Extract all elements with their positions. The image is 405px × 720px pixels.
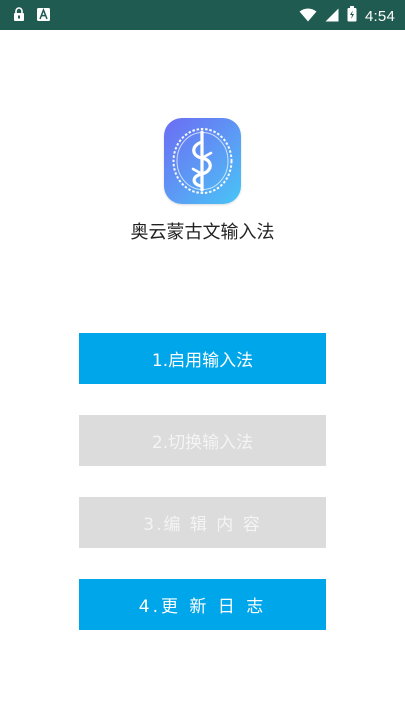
signal-icon	[325, 7, 339, 26]
status-bar: 4:54	[0, 0, 405, 30]
status-bar-right: 4:54	[299, 6, 395, 26]
app-name: 奥云蒙古文输入法	[130, 222, 275, 243]
enable-input-method-button[interactable]: 1.启用输入法	[79, 333, 326, 384]
changelog-button[interactable]: 4.更 新 日 志	[79, 579, 326, 630]
lock-icon	[12, 7, 26, 21]
font-a-icon	[36, 7, 50, 21]
status-time: 4:54	[365, 7, 395, 25]
app-logo-icon	[164, 118, 241, 204]
wifi-icon	[299, 7, 317, 26]
switch-input-method-button[interactable]: 2.切换输入法	[79, 415, 326, 466]
edit-content-button[interactable]: 3.编 辑 内 容	[79, 497, 326, 548]
battery-icon	[347, 6, 357, 26]
status-bar-left	[12, 7, 50, 21]
